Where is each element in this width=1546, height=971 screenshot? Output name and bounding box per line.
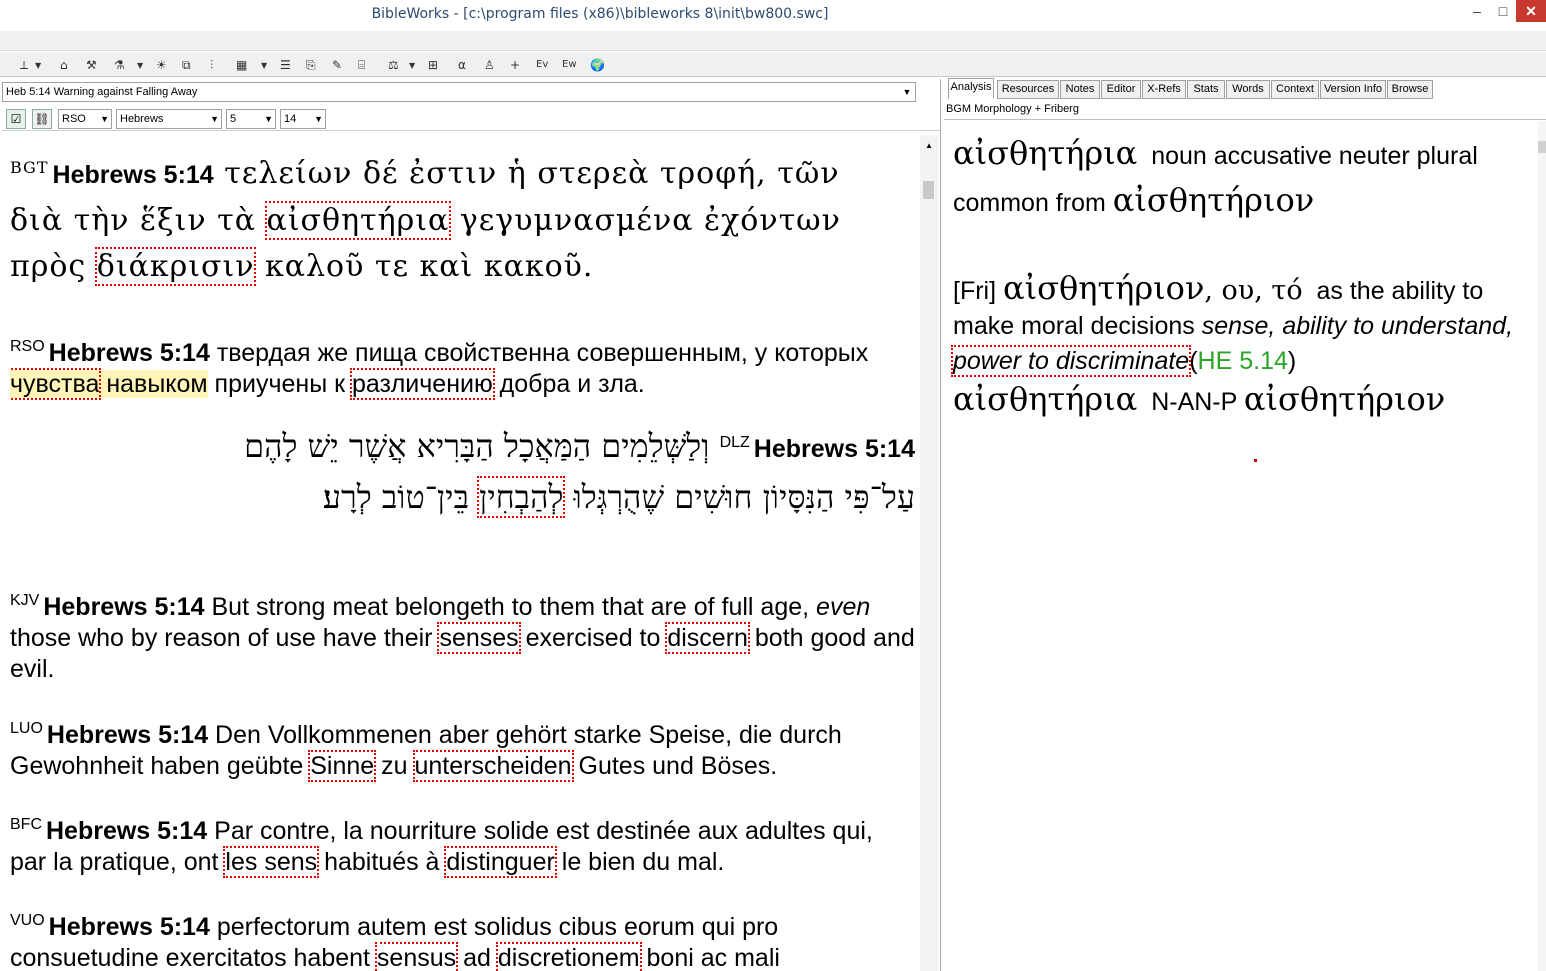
analysis-window: Analysis Resources Notes Editor X-Refs S… [944,78,1546,971]
morph-lemma[interactable]: αἰσθητήριον [1244,380,1445,418]
verse-vuo[interactable]: VUO Hebrews 5:14 perfectorum autem est so… [10,905,915,971]
chevron-down-icon[interactable]: ▼ [260,56,267,74]
chapter-combo[interactable]: 5 ▼ [226,109,276,129]
toolbar-search-icon[interactable]: ⟂ [20,56,28,74]
tab-notes[interactable]: Notes [1060,80,1100,99]
highlighted-word[interactable]: unterscheiden [412,750,574,782]
highlighted-word[interactable]: различению [350,368,495,400]
morph-code: N-AN-P [1151,388,1237,416]
parse-entry: αἰσθητήρια noun accusative neuter plural… [953,131,1533,225]
tab-editor[interactable]: Editor [1101,80,1141,99]
chevron-down-icon[interactable]: ▼ [136,56,143,74]
toolbar-grid-icon[interactable]: ▦ [236,56,247,74]
verse-bgt[interactable]: BGT Hebrews 5:14 τελείων δέ ἐστιν ἡ στερε… [10,145,915,290]
highlighted-word[interactable]: distinguer [444,846,557,878]
analysis-content: αἰσθητήρια noun accusative neuter plural… [950,131,1533,422]
toolbar-globe-icon[interactable]: 🌍 [590,56,605,74]
verse-luo[interactable]: LUO Hebrews 5:14 Den Vollkommenen aber ge… [10,713,915,782]
close-button[interactable]: ✕ [1516,0,1546,22]
toolbar-scale-icon[interactable]: ⚖ [388,56,399,74]
title-bar: BibleWorks - [c:\program files (x86)\bib… [0,0,1546,31]
tab-xrefs[interactable]: X-Refs [1142,80,1186,99]
verse-list: BGT Hebrews 5:14 τελείων δέ ἐστιν ἡ στερε… [10,145,915,971]
verse-kjv[interactable]: KJV Hebrews 5:14 But strong meat belonget… [10,585,915,685]
reference-text: Heb 5:14 Warning against Falling Away [6,86,198,98]
friberg-lemma[interactable]: αἰσθητήριον [1003,269,1204,307]
friberg-entry: [Fri] αἰσθητήριον, ου, τό as the ability… [950,269,1514,377]
scroll-thumb[interactable] [923,181,934,199]
tab-analysis[interactable]: Analysis [948,78,994,99]
toolbar-ev-icon[interactable]: Ev [536,56,548,74]
main-toolbar: ⟂ ▼ ⌂ ⚒ ⚗ ▼ ☀ ⧉ ⫶ ▦ ▼ ☰ ⎘ ✎ ⌸ ⚖ ▼ ⊞ α ♙ … [0,52,1546,77]
tab-words[interactable]: Words [1226,80,1270,99]
toolbar-home-icon[interactable]: ⌂ [60,56,68,74]
toolbar-lab-icon[interactable]: ⚗ [114,56,125,74]
analysis-subtitle: BGM Morphology + Friberg [946,103,1079,115]
highlighted-word[interactable]: discretionem [495,942,642,971]
highlighted-word[interactable]: discern [665,622,750,654]
tab-resources[interactable]: Resources [997,80,1059,99]
morph-entry: αἰσθητήρια N-AN-P αἰσθητήριον [953,379,1533,422]
highlighted-word[interactable]: senses [437,622,521,654]
toolbar-ew-icon[interactable]: Ew [562,56,577,74]
highlighted-word[interactable]: les sens [223,846,320,878]
chevron-down-icon[interactable]: ▼ [899,83,915,101]
scroll-up-icon[interactable]: ▲ [920,141,938,150]
tab-context[interactable]: Context [1271,80,1319,99]
highlighted-gloss[interactable]: power to discriminate [950,345,1192,377]
verse-rso[interactable]: RSO Hebrews 5:14 твердая же пища свойстве… [10,331,915,400]
toolbar-alpha-icon[interactable]: α [458,56,466,74]
chevron-down-icon[interactable]: ▼ [408,56,415,74]
analysis-word[interactable]: αἰσθητήρια [953,134,1137,172]
window-title: BibleWorks - [c:\program files (x86)\bib… [371,6,829,22]
highlighted-word[interactable]: לְהַבְחִין [477,476,566,518]
verse-combo[interactable]: 14 ▼ [280,109,326,129]
cursor-marker [1254,459,1257,462]
analysis-lemma[interactable]: αἰσθητήριον [1113,181,1314,219]
analysis-scrollbar[interactable] [1538,121,1546,971]
version-combo[interactable]: RSO ▼ [58,109,112,129]
toolbar-edit-icon[interactable]: ✎ [332,56,342,74]
highlighted-word[interactable]: διάκρισιν [94,247,257,286]
toolbar-print-icon[interactable]: ⌸ [358,56,365,74]
divider [944,119,1546,120]
link-icon[interactable]: ⛓ [32,109,52,129]
chevron-down-icon[interactable]: ▼ [34,56,41,74]
toolbar-layout-icon[interactable]: ⊞ [428,56,438,74]
tab-version-info[interactable]: Version Info [1320,80,1386,99]
toolbar-list-icon[interactable]: ☰ [280,56,291,74]
tab-stats[interactable]: Stats [1187,80,1225,99]
verse-bfc[interactable]: BFC Hebrews 5:14 Par contre, la nourritur… [10,809,915,878]
browse-controls: ☑ ⛓ RSO ▼ Hebrews ▼ 5 ▼ 14 ▼ [2,107,940,131]
browse-scrollbar[interactable]: ▲ [920,135,938,971]
toolbar-copy-icon[interactable]: ⎘ [306,56,316,74]
menu-band [0,31,1546,51]
highlighted-word[interactable]: чувства [10,368,102,400]
reference-bar[interactable]: Heb 5:14 Warning against Falling Away ▼ [2,82,916,102]
toolbar-plus-icon[interactable]: + [510,56,520,74]
toolbar-highlight-icon[interactable]: ☀ [156,56,167,74]
toolbar-parallel-icon[interactable]: ⫶ [210,56,213,74]
morph-word[interactable]: αἰσθητήρια [953,380,1137,418]
tab-browse[interactable]: Browse [1387,80,1433,99]
scroll-thumb[interactable] [1538,141,1546,153]
highlighted-word[interactable]: Sinne [308,750,377,782]
toolbar-windows-icon[interactable]: ⧉ [182,56,191,74]
maximize-button[interactable]: □ [1488,0,1518,22]
toolbar-tools-icon[interactable]: ⚒ [86,56,97,74]
highlighted-word[interactable]: sensus [374,942,459,971]
scripture-link[interactable]: HE 5.14 [1198,347,1288,375]
checkbox-icon[interactable]: ☑ [6,109,26,129]
book-combo[interactable]: Hebrews ▼ [116,109,222,129]
highlighted-word[interactable]: αἰσθητήρια [264,201,452,240]
verse-dlz[interactable]: DLZ Hebrews 5:14 וְלַשְּׁלֵמִים הַמַּאֲכָ… [10,419,915,521]
browse-window: Heb 5:14 Warning against Falling Away ▼ … [0,79,941,971]
toolbar-person-icon[interactable]: ♙ [484,56,495,74]
